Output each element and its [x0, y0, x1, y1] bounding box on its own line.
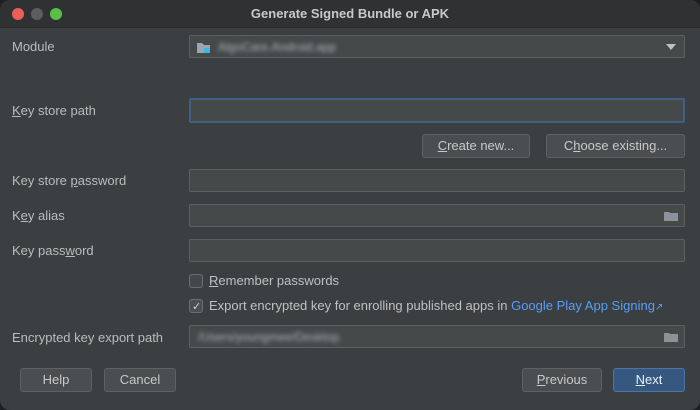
previous-button[interactable]: Previous — [522, 368, 602, 392]
export-label-text: Export encrypted key for enrolling publi… — [209, 298, 508, 313]
window-title: Generate Signed Bundle or APK — [250, 6, 450, 21]
key-password-label: Key password — [12, 243, 94, 258]
help-button[interactable]: Help — [20, 368, 92, 392]
remember-passwords-label: Remember passwords — [209, 273, 340, 288]
module-value: AlgoCare.Android.app — [218, 40, 337, 54]
key-password-input[interactable] — [189, 239, 685, 262]
generate-signed-dialog: Generate Signed Bundle or APK Module Alg… — [0, 0, 700, 410]
export-path-input[interactable]: /Users/youngmee/Desktop — [189, 325, 685, 348]
browse-export-folder-icon[interactable] — [664, 332, 678, 342]
keystore-password-input[interactable] — [189, 169, 685, 192]
keystore-password-label: Key store password — [12, 173, 127, 188]
next-button[interactable]: Next — [613, 368, 685, 392]
module-label: Module — [12, 39, 55, 54]
export-path-value: /Users/youngmee/Desktop — [198, 330, 340, 344]
key-alias-input[interactable] — [189, 204, 685, 227]
module-combobox[interactable]: AlgoCare.Android.app — [189, 35, 685, 58]
browse-folder-icon[interactable] — [664, 211, 678, 221]
title-bar: Generate Signed Bundle or APK — [0, 0, 700, 28]
create-new-button[interactable]: Create new... — [422, 134, 530, 158]
module-folder-icon — [197, 43, 210, 53]
export-path-label: Encrypted key export path — [12, 330, 164, 345]
keystore-path-label: Key store path — [12, 103, 96, 118]
external-link-icon: ↗ — [654, 302, 664, 313]
export-encrypted-key-checkbox[interactable]: ✓ — [189, 299, 203, 313]
keystore-path-input[interactable] — [189, 98, 685, 123]
checkmark-icon: ✓ — [192, 301, 202, 313]
cancel-button[interactable]: Cancel — [104, 368, 176, 392]
choose-existing-button[interactable]: Choose existing... — [546, 134, 685, 158]
key-alias-label: Key alias — [12, 208, 65, 223]
chevron-down-icon — [666, 44, 676, 50]
export-encrypted-key-label: Export encrypted key for enrolling publi… — [209, 298, 663, 313]
remember-passwords-checkbox[interactable] — [189, 274, 203, 288]
google-play-app-signing-link[interactable]: Google Play App Signing — [511, 298, 655, 313]
